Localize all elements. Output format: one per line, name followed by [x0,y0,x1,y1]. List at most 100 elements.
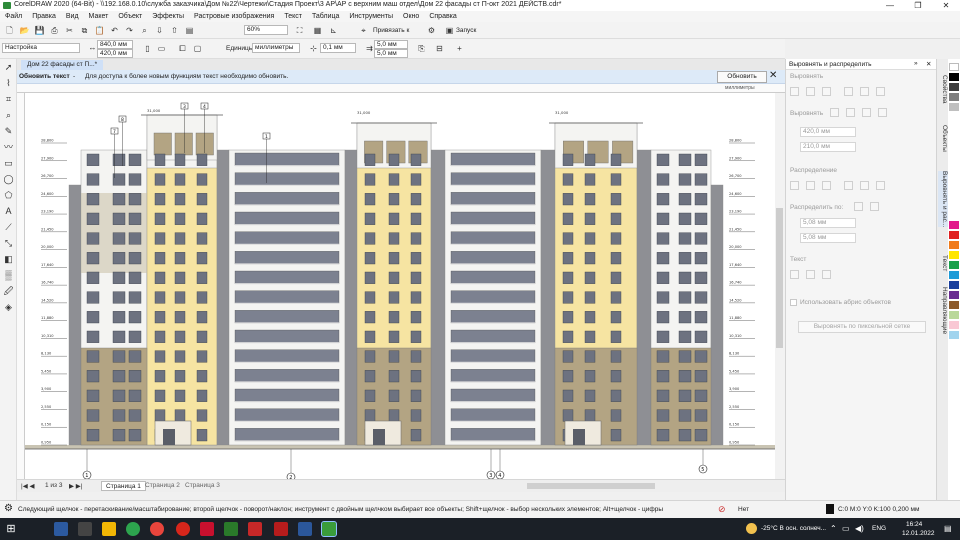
shape-tool-icon[interactable]: ⌇ [0,75,17,91]
text-bounding-box-icon[interactable] [822,270,831,279]
swatch-pink[interactable] [949,321,959,329]
freehand-tool-icon[interactable]: ✎ [0,123,17,139]
nudge-input[interactable]: 0,1 мм [320,43,356,53]
swatch-grey-light[interactable] [949,103,959,111]
crop-tool-icon[interactable]: ⌗ [0,91,17,107]
units-select[interactable]: миллиметры [252,43,300,53]
text-tool-icon[interactable]: A [0,203,17,219]
duplicate-y-input[interactable]: 5,0 мм [374,49,408,58]
menu-bitmaps[interactable]: Растровые изображения [189,11,279,22]
language-indicator[interactable]: ENG [872,525,886,532]
swatch-violet[interactable] [949,291,959,299]
network-icon[interactable]: ▭ [842,524,850,533]
weather-text[interactable]: -25°C В осн. солнеч... [761,525,826,532]
vertical-scroll-thumb[interactable] [776,208,783,348]
transparency-icon[interactable]: ▒ [0,267,17,283]
align-to-page-center-icon[interactable] [862,108,871,117]
interactive-fill-icon[interactable]: ◈ [0,299,17,315]
drop-shadow-icon[interactable]: ◧ [0,251,17,267]
swatch-light-green[interactable] [949,311,959,319]
launch-icon[interactable]: ▣ [444,25,455,36]
align-to-active-icon[interactable] [830,108,839,117]
edit-page-icon[interactable]: ⎘ [416,43,427,54]
page-first-icon[interactable]: |◀ ◀ [21,482,35,490]
docker-tab-objects[interactable]: Объекты [938,125,948,152]
align-y-input[interactable]: 210,0 мм [800,142,856,152]
clock-date[interactable]: 12.01.2022 [902,530,935,537]
text-last-baseline-icon[interactable] [806,270,815,279]
windows-start-icon[interactable]: ⊞ [4,522,18,536]
save-icon[interactable]: 💾 [34,25,45,36]
zoom-select[interactable]: 60% [244,25,288,35]
rulers-icon[interactable]: ⊾ [328,25,339,36]
minimize-button[interactable]: — [876,0,904,11]
taskbar-coreldraw-icon[interactable] [321,521,337,537]
taskbar-app-icon[interactable] [54,522,68,536]
menu-view[interactable]: Вид [61,11,84,22]
eyedropper-icon[interactable]: 🖉 [0,283,17,299]
swatch-red[interactable] [949,231,959,239]
pick-tool-icon[interactable]: ➚ [0,59,17,75]
landscape-icon[interactable]: ▭ [156,43,167,54]
swatch-black[interactable] [949,73,959,81]
new-document-icon[interactable]: 🗋 [4,25,15,36]
grid-icon[interactable]: ▦ [312,25,323,36]
snap-icon[interactable]: ⌖ [358,25,369,36]
search-icon[interactable]: ⌕ [139,25,150,36]
page-height-input[interactable]: 420,0 мм [97,49,133,58]
taskbar-explorer-icon[interactable] [102,522,116,536]
swatch-green[interactable] [949,261,959,269]
pdf-icon[interactable]: ▤ [184,25,195,36]
align-to-page-edge-icon[interactable] [846,108,855,117]
menu-tools[interactable]: Инструменты [344,11,398,22]
taskbar-autocad-icon[interactable] [200,522,214,536]
menu-edit[interactable]: Правка [27,11,61,22]
swatch-brown[interactable] [949,301,959,309]
taskbar-app-icon[interactable] [78,522,92,536]
portrait-icon[interactable]: ▯ [142,43,153,54]
swatch-magenta[interactable] [949,221,959,229]
swatch-cyan[interactable] [949,271,959,279]
update-text-button[interactable]: Обновить [717,71,767,83]
distribute-to-selection-icon[interactable] [854,202,863,211]
swatch-grey[interactable] [949,93,959,101]
align-bottom-icon[interactable] [876,87,885,96]
spacing-x-input[interactable]: 5,08 мм [800,218,856,228]
align-top-icon[interactable] [844,87,853,96]
horizontal-ruler[interactable]: миллиметры [17,84,785,93]
taskbar-browser-icon[interactable] [150,522,164,536]
menu-help[interactable]: Справка [424,11,461,22]
document-tab[interactable]: Дом 22 фасады ст П...* [21,60,104,70]
align-x-input[interactable]: 420,0 мм [800,127,856,137]
copy-icon[interactable]: ⧉ [79,25,90,36]
page-tab-3[interactable]: Страница 3 [181,481,224,491]
delete-page-icon[interactable]: ⊟ [434,43,445,54]
menu-table[interactable]: Таблица [307,11,344,22]
docker-tab-properties[interactable]: Свойства [938,75,948,104]
taskbar-chrome-icon[interactable] [126,522,140,536]
zoom-tool-icon[interactable]: ⌕ [0,107,17,123]
menu-text[interactable]: Текст [279,11,307,22]
distribute-spacing-icon[interactable] [822,181,831,190]
all-pages-icon[interactable]: ⧠ [177,43,188,54]
align-center-v-icon[interactable] [860,87,869,96]
distribute-middle-icon[interactable] [860,181,869,190]
options-gear-icon[interactable]: ⚙ [426,25,437,36]
taskbar-pdf-icon[interactable] [274,522,288,536]
vertical-scrollbar[interactable] [775,93,785,479]
page-preset-select[interactable]: Настройка [2,43,80,53]
page-next-icon[interactable]: ▶ ▶| [69,482,83,490]
ellipse-tool-icon[interactable]: ◯ [0,171,17,187]
close-infobar-icon[interactable]: ✕ [769,70,777,81]
maximize-button[interactable]: ❐ [904,0,932,11]
text-first-baseline-icon[interactable] [790,270,799,279]
gear-icon[interactable]: ⚙ [4,503,13,514]
menu-effects[interactable]: Эффекты [147,11,189,22]
redo-icon[interactable]: ↷ [124,25,135,36]
duplicate-x-input[interactable]: 5,0 мм [374,40,408,49]
cut-icon[interactable]: ✂ [64,25,75,36]
undo-icon[interactable]: ↶ [109,25,120,36]
align-pixel-grid-button[interactable]: Выровнять по пиксельной сетке [798,321,926,333]
align-left-icon[interactable] [790,87,799,96]
docker-tab-align[interactable]: Выровнять и рас... [938,171,948,228]
